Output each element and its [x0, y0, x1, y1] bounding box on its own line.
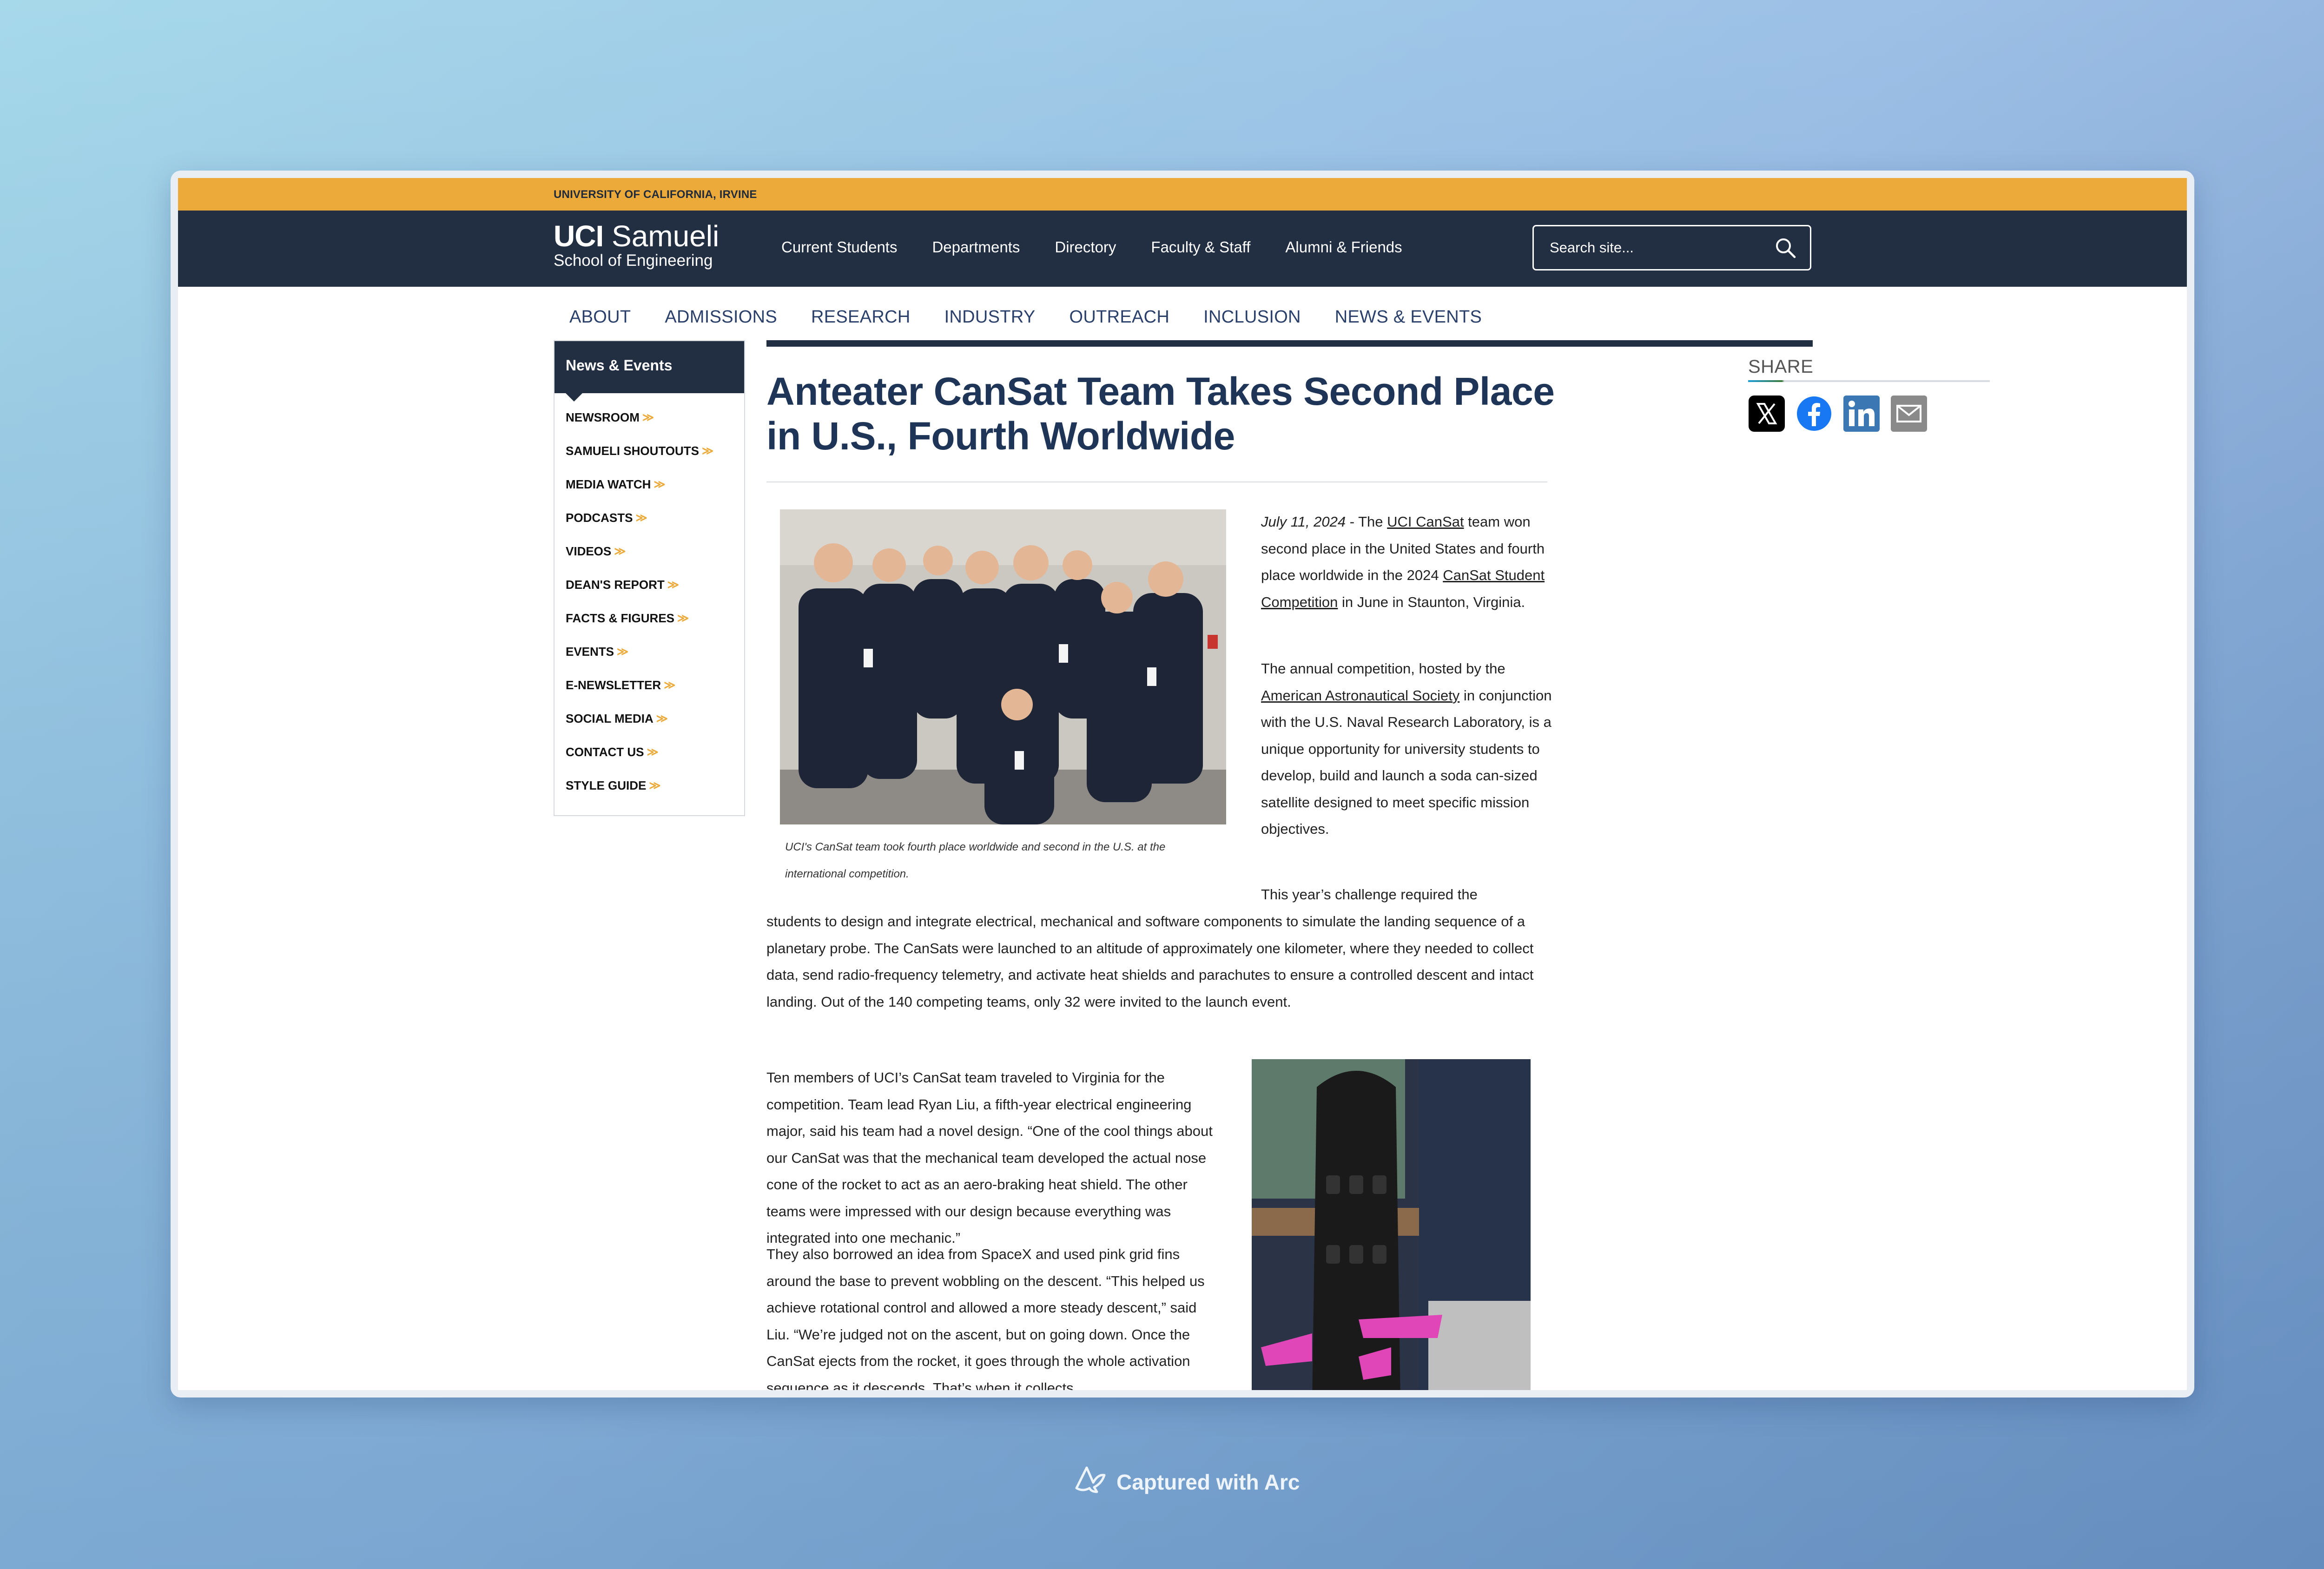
sidebar-item-label: STYLE GUIDE — [566, 778, 647, 792]
sidebar-item-label: CONTACT US — [566, 745, 644, 759]
top-nav-alumni-friends[interactable]: Alumni & Friends — [1285, 238, 1402, 256]
sidebar-item-label: MEDIA WATCH — [566, 477, 651, 491]
sidebar-item-label: SOCIAL MEDIA — [566, 711, 654, 725]
capture-footer: Captured with Arc — [1073, 1465, 1300, 1499]
sidebar-item-contact-us[interactable]: CONTACT US ≫ — [566, 735, 744, 769]
search-input[interactable] — [1550, 239, 1763, 256]
university-bar-link[interactable]: UNIVERSITY OF CALIFORNIA, IRVINE — [554, 188, 757, 201]
sidebar-item-label: SAMUELI SHOUTOUTS — [566, 443, 699, 458]
capture-footer-text: Captured with Arc — [1116, 1470, 1300, 1494]
sidebar-item-samueli-shoutouts[interactable]: SAMUELI SHOUTOUTS ≫ — [566, 434, 744, 468]
sidebar-item-label: EVENTS — [566, 644, 614, 659]
sidebar-item-videos[interactable]: VIDEOS ≫ — [566, 534, 744, 568]
x-icon[interactable] — [1748, 395, 1785, 432]
section-nav-industry[interactable]: INDUSTRY — [944, 307, 1036, 327]
sidebar-heading-text: News & Events — [566, 357, 673, 374]
content-top-rule — [766, 340, 1813, 347]
sidebar-item-deans-report[interactable]: DEAN'S REPORT ≫ — [566, 568, 744, 601]
facebook-icon[interactable] — [1796, 395, 1833, 432]
sidebar-item-media-watch[interactable]: MEDIA WATCH ≫ — [566, 468, 744, 501]
text-run: in conjunction with the U.S. Naval Resea… — [1261, 687, 1552, 837]
top-nav-current-students[interactable]: Current Students — [781, 238, 897, 256]
article-title: Anteater CanSat Team Takes Second Place … — [766, 369, 1555, 458]
text-run: - The — [1346, 514, 1387, 530]
section-nav: ABOUT ADMISSIONS RESEARCH INDUSTRY OUTRE… — [569, 307, 1482, 327]
browser-window: UNIVERSITY OF CALIFORNIA, IRVINE UCI Sam… — [171, 171, 2194, 1398]
paragraph-grid-fins: They also borrowed an idea from SpaceX a… — [766, 1246, 1205, 1390]
paragraph-intro: July 11, 2024 - The UCI CanSat team won … — [1261, 508, 1554, 615]
share-icons — [1748, 395, 1990, 432]
search-icon[interactable] — [1774, 236, 1797, 259]
logo-subtitle: School of Engineering — [554, 251, 713, 270]
chevron-right-icon: ≫ — [617, 645, 629, 658]
section-nav-inclusion[interactable]: INCLUSION — [1203, 307, 1301, 327]
section-nav-about[interactable]: ABOUT — [569, 307, 631, 327]
team-photo — [780, 509, 1226, 824]
sidebar-item-e-newsletter[interactable]: E-NEWSLETTER ≫ — [566, 668, 744, 702]
logo-brand: UCI — [554, 219, 604, 253]
chevron-right-icon: ≫ — [654, 478, 666, 491]
section-nav-outreach[interactable]: OUTREACH — [1070, 307, 1170, 327]
sidebar-item-label: DEAN'S REPORT — [566, 577, 665, 592]
email-icon[interactable] — [1890, 395, 1928, 432]
sidebar-item-facts-figures[interactable]: FACTS & FIGURES ≫ — [566, 601, 744, 635]
sidebar-item-events[interactable]: EVENTS ≫ — [566, 635, 744, 668]
sidebar-heading-notch — [566, 393, 582, 402]
logo-name: Samueli — [612, 219, 720, 253]
sidebar-item-podcasts[interactable]: PODCASTS ≫ — [566, 501, 744, 534]
link-american-astronautical-society[interactable]: American Astronautical Society — [1261, 687, 1459, 704]
sidebar-heading: News & Events — [555, 341, 744, 402]
paragraph-competition: The annual competition, hosted by the Am… — [1261, 655, 1554, 843]
paragraph-challenge: students to design and integrate electri… — [766, 913, 1534, 1010]
university-bar: UNIVERSITY OF CALIFORNIA, IRVINE — [178, 178, 2187, 211]
arc-logo-icon — [1073, 1465, 1107, 1499]
sidebar-item-label: VIDEOS — [566, 544, 612, 558]
sidebar-list: NEWSROOM ≫ SAMUELI SHOUTOUTS ≫ MEDIA WATCH… — [555, 393, 744, 802]
chevron-right-icon: ≫ — [664, 679, 676, 692]
text-run: in June in Staunton, Virginia. — [1338, 593, 1525, 610]
chevron-right-icon: ≫ — [649, 779, 661, 792]
site-logo[interactable]: UCI Samueli School of Engineering — [554, 221, 719, 270]
chevron-right-icon: ≫ — [642, 411, 654, 424]
sidebar-item-label: NEWSROOM — [566, 410, 640, 424]
sidebar-item-label: FACTS & FIGURES — [566, 611, 675, 625]
title-divider — [766, 481, 1547, 482]
search-box — [1532, 225, 1811, 270]
paragraph-team: Ten members of UCI’s CanSat team travele… — [766, 1069, 1213, 1246]
share-panel: SHARE — [1748, 356, 1990, 432]
share-divider — [1748, 380, 1990, 382]
top-nav-faculty-staff[interactable]: Faculty & Staff — [1151, 238, 1250, 256]
top-nav: Current Students Departments Directory F… — [781, 238, 1402, 256]
cansat-photo — [1252, 1059, 1531, 1390]
sidebar: News & Events NEWSROOM ≫ SAMUELI SHOUTOUT… — [554, 340, 745, 816]
share-title: SHARE — [1748, 356, 1814, 377]
sidebar-item-label: PODCASTS — [566, 510, 633, 525]
chevron-right-icon: ≫ — [656, 712, 668, 725]
top-nav-departments[interactable]: Departments — [932, 238, 1020, 256]
chevron-right-icon: ≫ — [635, 511, 647, 524]
sidebar-item-style-guide[interactable]: STYLE GUIDE ≫ — [566, 769, 744, 802]
sidebar-item-newsroom[interactable]: NEWSROOM ≫ — [566, 401, 744, 434]
link-uci-cansat[interactable]: UCI CanSat — [1387, 514, 1464, 530]
page-viewport: UNIVERSITY OF CALIFORNIA, IRVINE UCI Sam… — [178, 178, 2187, 1390]
chevron-right-icon: ≫ — [677, 612, 689, 625]
section-nav-admissions[interactable]: ADMISSIONS — [665, 307, 777, 327]
chevron-right-icon: ≫ — [667, 578, 679, 591]
section-nav-research[interactable]: RESEARCH — [811, 307, 911, 327]
article-date: July 11, 2024 — [1261, 514, 1346, 530]
top-nav-directory[interactable]: Directory — [1055, 238, 1116, 256]
chevron-right-icon: ≫ — [647, 745, 659, 758]
site-header: UCI Samueli School of Engineering Curren… — [178, 211, 2187, 287]
chevron-right-icon: ≫ — [614, 545, 626, 558]
photo-caption: UCI's CanSat team took fourth place worl… — [785, 841, 1166, 880]
sidebar-item-label: E-NEWSLETTER — [566, 678, 661, 692]
paragraph-challenge-start: This year’s challenge required the — [1261, 886, 1478, 903]
text-run: The annual competition, hosted by the — [1261, 660, 1505, 677]
chevron-right-icon: ≫ — [701, 444, 714, 457]
section-nav-news-events[interactable]: NEWS & EVENTS — [1335, 307, 1482, 327]
linkedin-icon[interactable] — [1843, 395, 1880, 432]
sidebar-item-social-media[interactable]: SOCIAL MEDIA ≫ — [566, 702, 744, 735]
